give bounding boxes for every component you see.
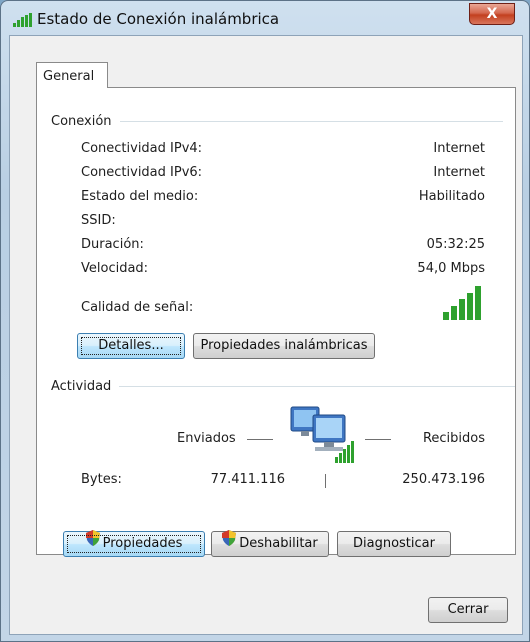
media-state-label: Estado del medio: — [81, 189, 199, 204]
duration-value: 05:32:25 — [426, 237, 485, 252]
signal-bar — [451, 305, 457, 320]
bytes-separator — [325, 474, 326, 488]
dialog-client: General Conexión Conectividad IPv4: Inte… — [9, 35, 523, 635]
wireless-signal-icon — [13, 13, 33, 31]
speed-value: 54,0 Mbps — [417, 261, 485, 276]
disable-button[interactable]: Deshabilitar — [211, 530, 329, 557]
signal-quality-label: Calidad de señal: — [81, 300, 194, 315]
signal-bar — [467, 292, 473, 320]
ipv4-value: Internet — [433, 141, 485, 156]
network-computers-icon — [289, 403, 361, 467]
general-panel: Conexión Conectividad IPv4: Internet Con… — [36, 87, 516, 557]
sent-label: Enviados — [177, 431, 236, 446]
activity-heading: Actividad — [51, 379, 120, 394]
bytes-received-value: 250.473.196 — [402, 472, 485, 487]
title-bar[interactable]: Estado de Conexión inalámbrica X — [1, 1, 529, 35]
tab-general[interactable]: General — [36, 62, 108, 88]
duration-label: Duración: — [81, 237, 144, 252]
connection-heading: Conexión — [51, 114, 120, 129]
ipv6-label: Conectividad IPv6: — [81, 165, 203, 180]
close-icon[interactable]: X — [469, 3, 515, 25]
close-button[interactable]: Cerrar — [428, 597, 508, 623]
wireless-properties-button[interactable]: Propiedades inalámbricas — [193, 333, 375, 359]
details-button-label: Detalles... — [98, 338, 164, 353]
sent-line — [247, 439, 273, 440]
uac-shield-icon — [85, 530, 100, 555]
bytes-sent-value: 77.411.116 — [210, 472, 285, 487]
signal-strength-icon — [443, 286, 483, 320]
received-line — [365, 439, 391, 440]
uac-shield-icon — [222, 530, 237, 555]
activity-divider — [51, 386, 515, 387]
ipv4-label: Conectividad IPv4: — [81, 141, 203, 156]
signal-bar — [475, 286, 481, 320]
properties-button[interactable]: Propiedades — [63, 530, 205, 557]
status-dialog: Estado de Conexión inalámbrica X General… — [0, 0, 530, 642]
media-state-value: Habilitado — [418, 189, 485, 204]
signal-bar — [459, 299, 465, 320]
ssid-label: SSID: — [81, 213, 116, 228]
signal-bar — [443, 312, 449, 320]
details-button[interactable]: Detalles... — [77, 333, 185, 359]
disable-button-label: Deshabilitar — [239, 536, 318, 551]
diagnose-button[interactable]: Diagnosticar — [337, 531, 451, 557]
speed-label: Velocidad: — [81, 261, 149, 276]
received-label: Recibidos — [422, 431, 485, 446]
properties-button-label: Propiedades — [102, 536, 183, 551]
bytes-label: Bytes: — [81, 472, 122, 487]
window-title: Estado de Conexión inalámbrica — [37, 10, 280, 28]
ipv6-value: Internet — [433, 165, 485, 180]
